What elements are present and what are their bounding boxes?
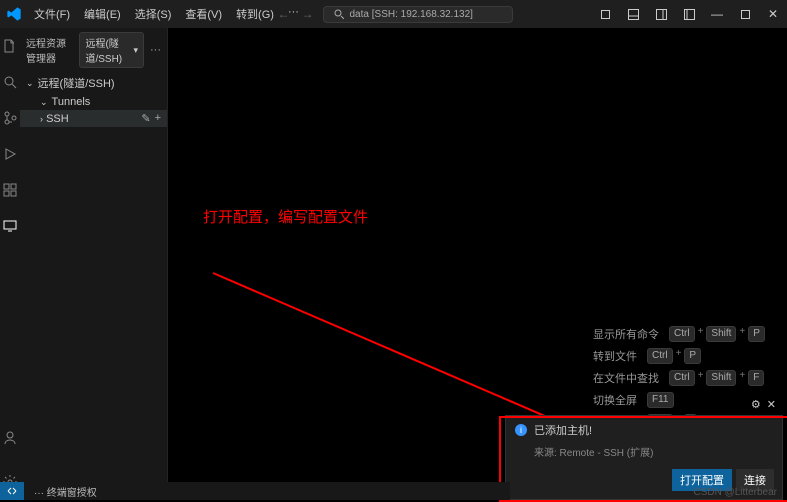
search-icon (334, 9, 344, 19)
nav-fwd-icon[interactable]: → (299, 7, 317, 21)
sidebar-item-ssh[interactable]: › SSH ✎+ (20, 110, 167, 127)
max-icon[interactable] (731, 0, 759, 28)
sidebar: 远程资源管理器 远程(隧道/SSH)▾ ··· ⌄远程(隧道/SSH) ⌄Tun… (20, 28, 168, 500)
activity-bar (0, 28, 20, 500)
hint-go-file: 转到文件 (593, 348, 637, 364)
debug-icon[interactable] (0, 144, 20, 164)
hint-fullscreen: 切换全屏 (593, 392, 637, 408)
menu-go[interactable]: 转到(G) (230, 4, 280, 24)
window-controls: — ✕ (591, 0, 787, 28)
scm-icon[interactable] (0, 108, 20, 128)
sidebar-more-icon[interactable]: ··· (150, 44, 161, 56)
notif-gear-icon[interactable]: ⚙ (751, 398, 761, 411)
status-bar: ··· 终端窗授权 (0, 482, 510, 500)
menu-select[interactable]: 选择(S) (129, 4, 178, 24)
info-icon: i (514, 423, 528, 437)
watermark: CSDN @Litterbear (693, 487, 777, 498)
extensions-icon[interactable] (0, 180, 20, 200)
command-center[interactable]: data [SSH: 192.168.32.132] (323, 6, 513, 23)
layout-toggle-icon[interactable] (591, 0, 619, 28)
menu-bar: 文件(F) 编辑(E) 选择(S) 查看(V) 转到(G) ··· (28, 4, 305, 24)
hint-show-all: 显示所有命令 (593, 326, 659, 342)
sidebar-title: 远程资源管理器 (26, 35, 73, 65)
menu-edit[interactable]: 编辑(E) (78, 4, 127, 24)
menu-file[interactable]: 文件(F) (28, 4, 76, 24)
notif-source: 来源: Remote - SSH (扩展) (506, 444, 782, 465)
svg-text:i: i (520, 425, 522, 435)
notif-close-icon[interactable]: ✕ (767, 398, 776, 411)
command-center-text: data [SSH: 192.168.32.132] (350, 9, 473, 20)
sidebar-scope-dropdown[interactable]: 远程(隧道/SSH)▾ (79, 32, 144, 68)
sidebar-section-remote[interactable]: ⌄远程(隧道/SSH) (20, 72, 167, 94)
hint-find: 在文件中查找 (593, 370, 659, 386)
vscode-logo-icon (6, 6, 22, 22)
account-icon[interactable] (0, 428, 20, 448)
nav-back-icon[interactable]: ← (275, 7, 293, 21)
sidebar-item-tunnels[interactable]: ⌄Tunnels (20, 94, 167, 110)
min-icon[interactable]: — (703, 0, 731, 28)
remote-status-icon[interactable] (0, 482, 24, 500)
status-panel[interactable]: ··· 终端窗授权 (34, 484, 97, 499)
close-icon[interactable]: ✕ (759, 0, 787, 28)
editor-area: 打开配置，编写配置文件 显示所有命令Ctrl+Shift+P 转到文件Ctrl+… (168, 28, 787, 500)
ssh-add-icon[interactable]: + (155, 112, 161, 125)
annotation-text: 打开配置，编写配置文件 (203, 206, 368, 227)
menu-view[interactable]: 查看(V) (179, 4, 228, 24)
remote-icon[interactable] (0, 216, 20, 236)
search-activity-icon[interactable] (0, 72, 20, 92)
customize-layout-icon[interactable] (675, 0, 703, 28)
layout-panel-icon[interactable] (619, 0, 647, 28)
title-search: ← → data [SSH: 192.168.32.132] (275, 6, 513, 23)
layout-side-icon[interactable] (647, 0, 675, 28)
title-bar: 文件(F) 编辑(E) 选择(S) 查看(V) 转到(G) ··· ← → da… (0, 0, 787, 28)
explorer-icon[interactable] (0, 36, 20, 56)
ssh-edit-icon[interactable]: ✎ (141, 112, 150, 125)
notif-title: 已添加主机! (534, 422, 592, 438)
sidebar-header: 远程资源管理器 远程(隧道/SSH)▾ ··· (20, 28, 167, 72)
